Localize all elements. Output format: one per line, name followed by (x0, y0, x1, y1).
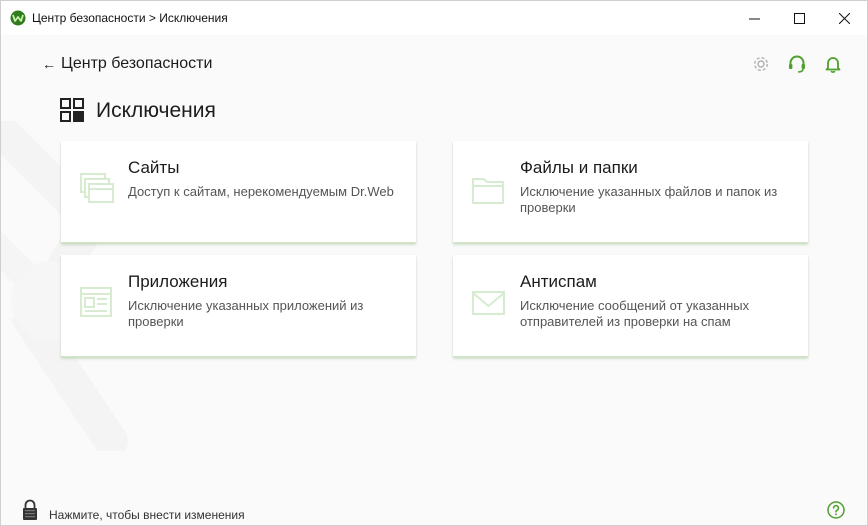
card-description: Исключение указанных приложений из прове… (128, 298, 364, 329)
back-to-security-center-link[interactable]: ← Центр безопасности (42, 55, 212, 73)
drweb-logo-icon (10, 10, 26, 26)
back-link-label: Центр безопасности (61, 55, 213, 72)
card-description: Исключение сообщений от указанных отправ… (520, 298, 750, 329)
help-icon[interactable] (827, 501, 845, 519)
app-window: Центр безопасности > Исключения ← Центр … (0, 0, 868, 526)
application-icon (80, 287, 112, 317)
maximize-icon (793, 12, 805, 24)
lock-icon[interactable] (22, 499, 38, 521)
bell-icon[interactable] (823, 54, 843, 74)
card-title: Сайты (128, 158, 180, 177)
card-applications[interactable]: Приложения Исключение указанных приложен… (61, 255, 416, 357)
back-arrow-icon: ← (42, 56, 56, 72)
card-title: Приложения (128, 272, 228, 291)
lock-hint-text[interactable]: Нажмите, чтобы внести изменения (49, 508, 245, 522)
card-antispam[interactable]: Антиспам Исключение сообщений от указанн… (453, 255, 808, 357)
close-icon (838, 12, 850, 24)
minimize-button[interactable] (731, 1, 777, 35)
minimize-icon (748, 18, 760, 19)
title-bar: Центр безопасности > Исключения (1, 1, 867, 35)
gear-icon[interactable] (751, 54, 771, 74)
card-files-and-folders[interactable]: Файлы и папки Исключение указанных файло… (453, 141, 808, 243)
folder-icon (472, 178, 504, 204)
sites-icon (80, 173, 114, 203)
page-title-row: Исключения (60, 98, 216, 123)
card-description: Доступ к сайтам, нерекомендуемым Dr.Web (128, 184, 394, 199)
close-button[interactable] (821, 1, 867, 35)
card-description: Исключение указанных файлов и папок из п… (520, 184, 778, 215)
card-sites[interactable]: Сайты Доступ к сайтам, нерекомендуемым D… (61, 141, 416, 243)
maximize-button[interactable] (776, 1, 822, 35)
window-title: Центр безопасности > Исключения (32, 11, 228, 25)
card-title: Антиспам (520, 272, 597, 291)
envelope-icon (472, 291, 505, 315)
grid-icon (60, 98, 84, 122)
support-headset-icon[interactable] (787, 54, 807, 74)
page-title: Исключения (96, 98, 216, 122)
card-title: Файлы и папки (520, 158, 638, 177)
